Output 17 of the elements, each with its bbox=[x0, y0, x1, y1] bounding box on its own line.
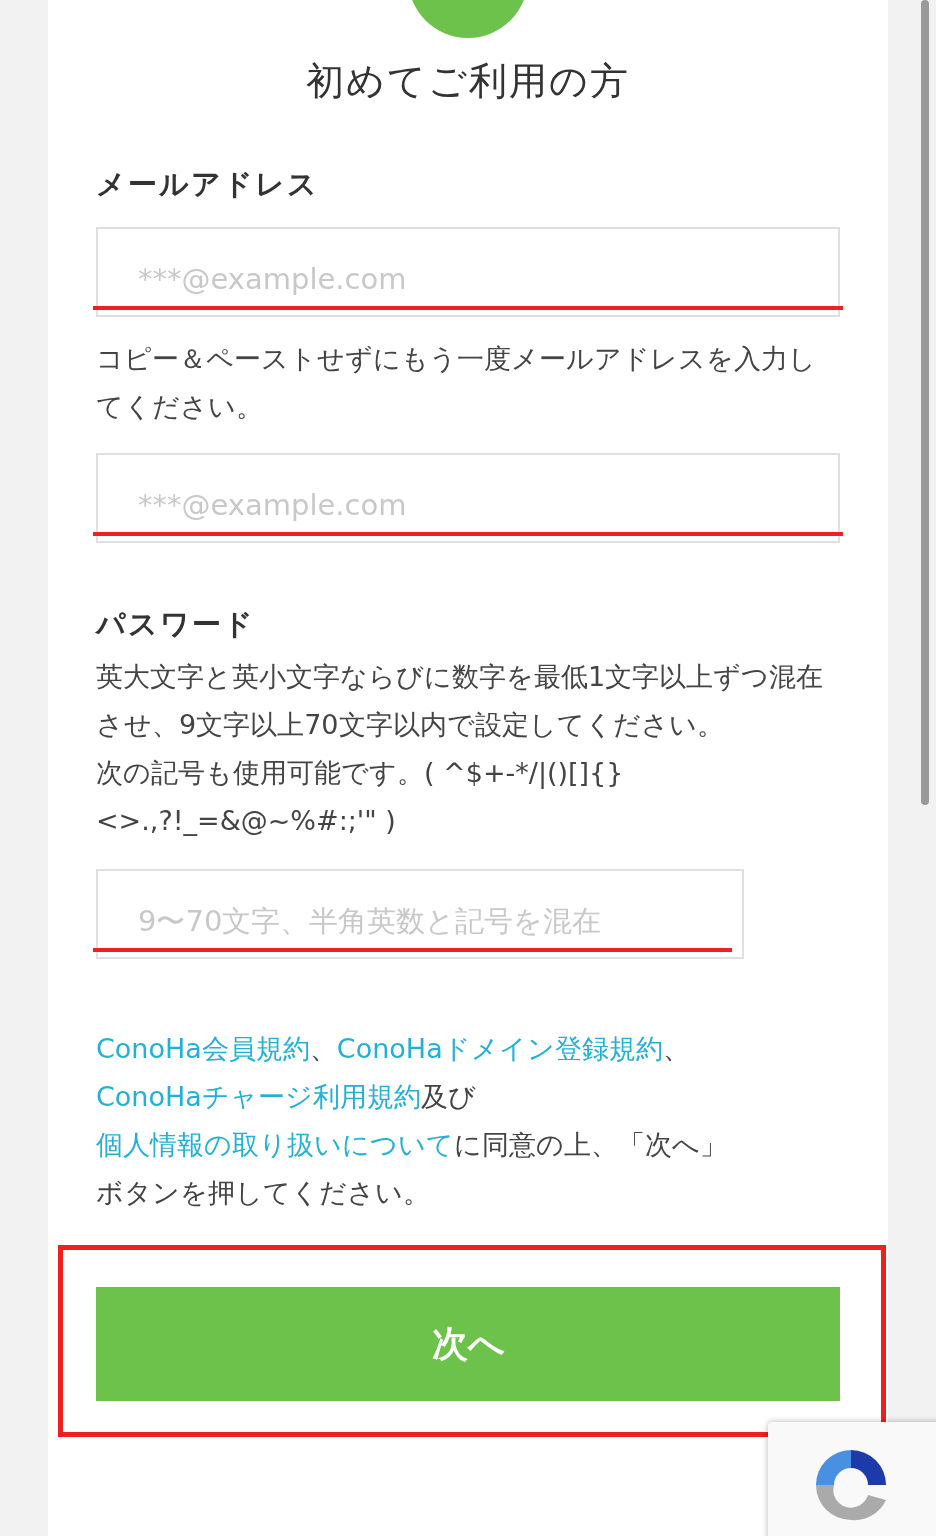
terms-link[interactable]: ConoHa会員規約 bbox=[96, 1033, 310, 1064]
form-title: 初めてご利用の方 bbox=[305, 58, 631, 105]
terms-link[interactable]: ConoHaチャージ利用規約 bbox=[96, 1081, 421, 1112]
agreement-text: 及び bbox=[420, 1081, 476, 1112]
terms-link[interactable]: 個人情報の取り扱いについて bbox=[96, 1129, 454, 1160]
scrollbar[interactable] bbox=[921, 0, 929, 805]
field-label: パスワード bbox=[96, 606, 256, 643]
field-label: メールアドレス bbox=[96, 166, 320, 203]
agreement-text: に同意の上、「次へ」 bbox=[454, 1129, 727, 1160]
agreement-text: 、 bbox=[662, 1033, 690, 1064]
agreement-text: 、 bbox=[309, 1033, 337, 1064]
instruction-text: 英大文字と英小文字ならびに数字を最低1文字以上ずつ混在させ、9文字以上70文字以内で設定してください。 bbox=[96, 660, 825, 742]
terms-link[interactable]: ConoHaドメイン登録規約 bbox=[336, 1033, 663, 1064]
instruction-text: コピー＆ペーストせずにもう一度メールアドレスを入力してください。 bbox=[96, 342, 817, 424]
instruction-text: 次の記号も使用可能です。( ^$+-*/|()[]{}<>.,?!_=&@~%#:;'" ) bbox=[96, 756, 625, 838]
next-button[interactable]: 次へ bbox=[96, 1287, 840, 1401]
agreement-text: ボタンを押してください。 bbox=[96, 1177, 430, 1208]
